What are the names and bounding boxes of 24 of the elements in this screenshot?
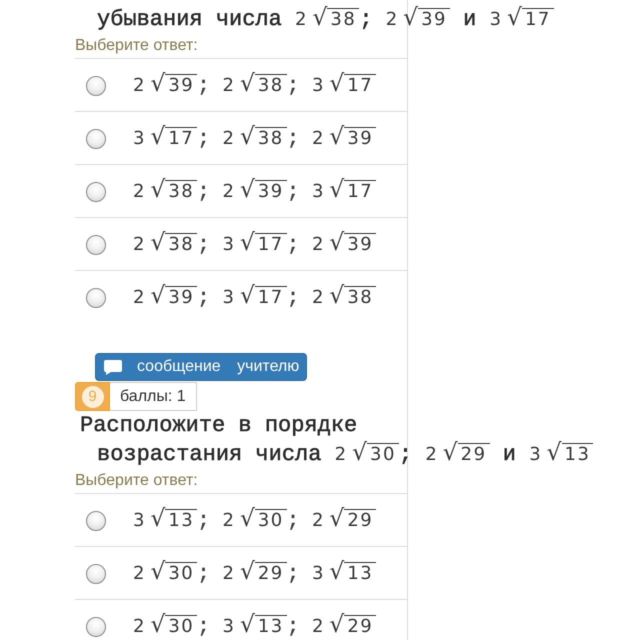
message-teacher-button[interactable]: сообщение учителю — [95, 353, 308, 381]
option-label[interactable]: 3 √13; 2 √30; 2 √29 — [133, 506, 376, 536]
option-label[interactable]: 2 √38; 3 √17; 2 √39 — [133, 230, 376, 260]
answer-prompt: Выберите ответ: — [75, 471, 198, 491]
option-label[interactable]: 2 √39; 3 √17; 2 √38 — [133, 282, 376, 314]
radio-button[interactable] — [86, 76, 106, 96]
radio-button[interactable] — [86, 235, 106, 255]
radio-button[interactable] — [86, 511, 106, 531]
radio-button[interactable] — [86, 288, 106, 308]
option-label[interactable]: 3 √17; 2 √38; 2 √39 — [133, 124, 376, 154]
question-text: убывания числа 2 √38; 2 √39 и 3 √17 — [75, 5, 554, 34]
option-label[interactable]: 2 √30; 2 √29; 3 √13 — [133, 558, 376, 590]
radio-button[interactable] — [86, 182, 106, 202]
question-number: 9 — [82, 386, 104, 408]
option-label[interactable]: 2 √30; 3 √13; 2 √29 — [133, 612, 376, 640]
radio-button[interactable] — [86, 129, 106, 149]
speech-bubble-icon — [104, 360, 122, 374]
radio-button[interactable] — [86, 617, 106, 637]
question-text: Расположите в порядке возрастания числа 2 √30; 2 √29 и 3 √13 — [75, 411, 594, 469]
score-label: баллы: 1 — [110, 382, 197, 411]
option-label[interactable]: 2 √38; 2 √39; 3 √17 — [133, 176, 376, 208]
answer-prompt: Выберите ответ: — [75, 36, 198, 56]
radio-button[interactable] — [86, 564, 106, 584]
option-label[interactable]: 2 √39; 2 √38; 3 √17 — [133, 70, 376, 102]
